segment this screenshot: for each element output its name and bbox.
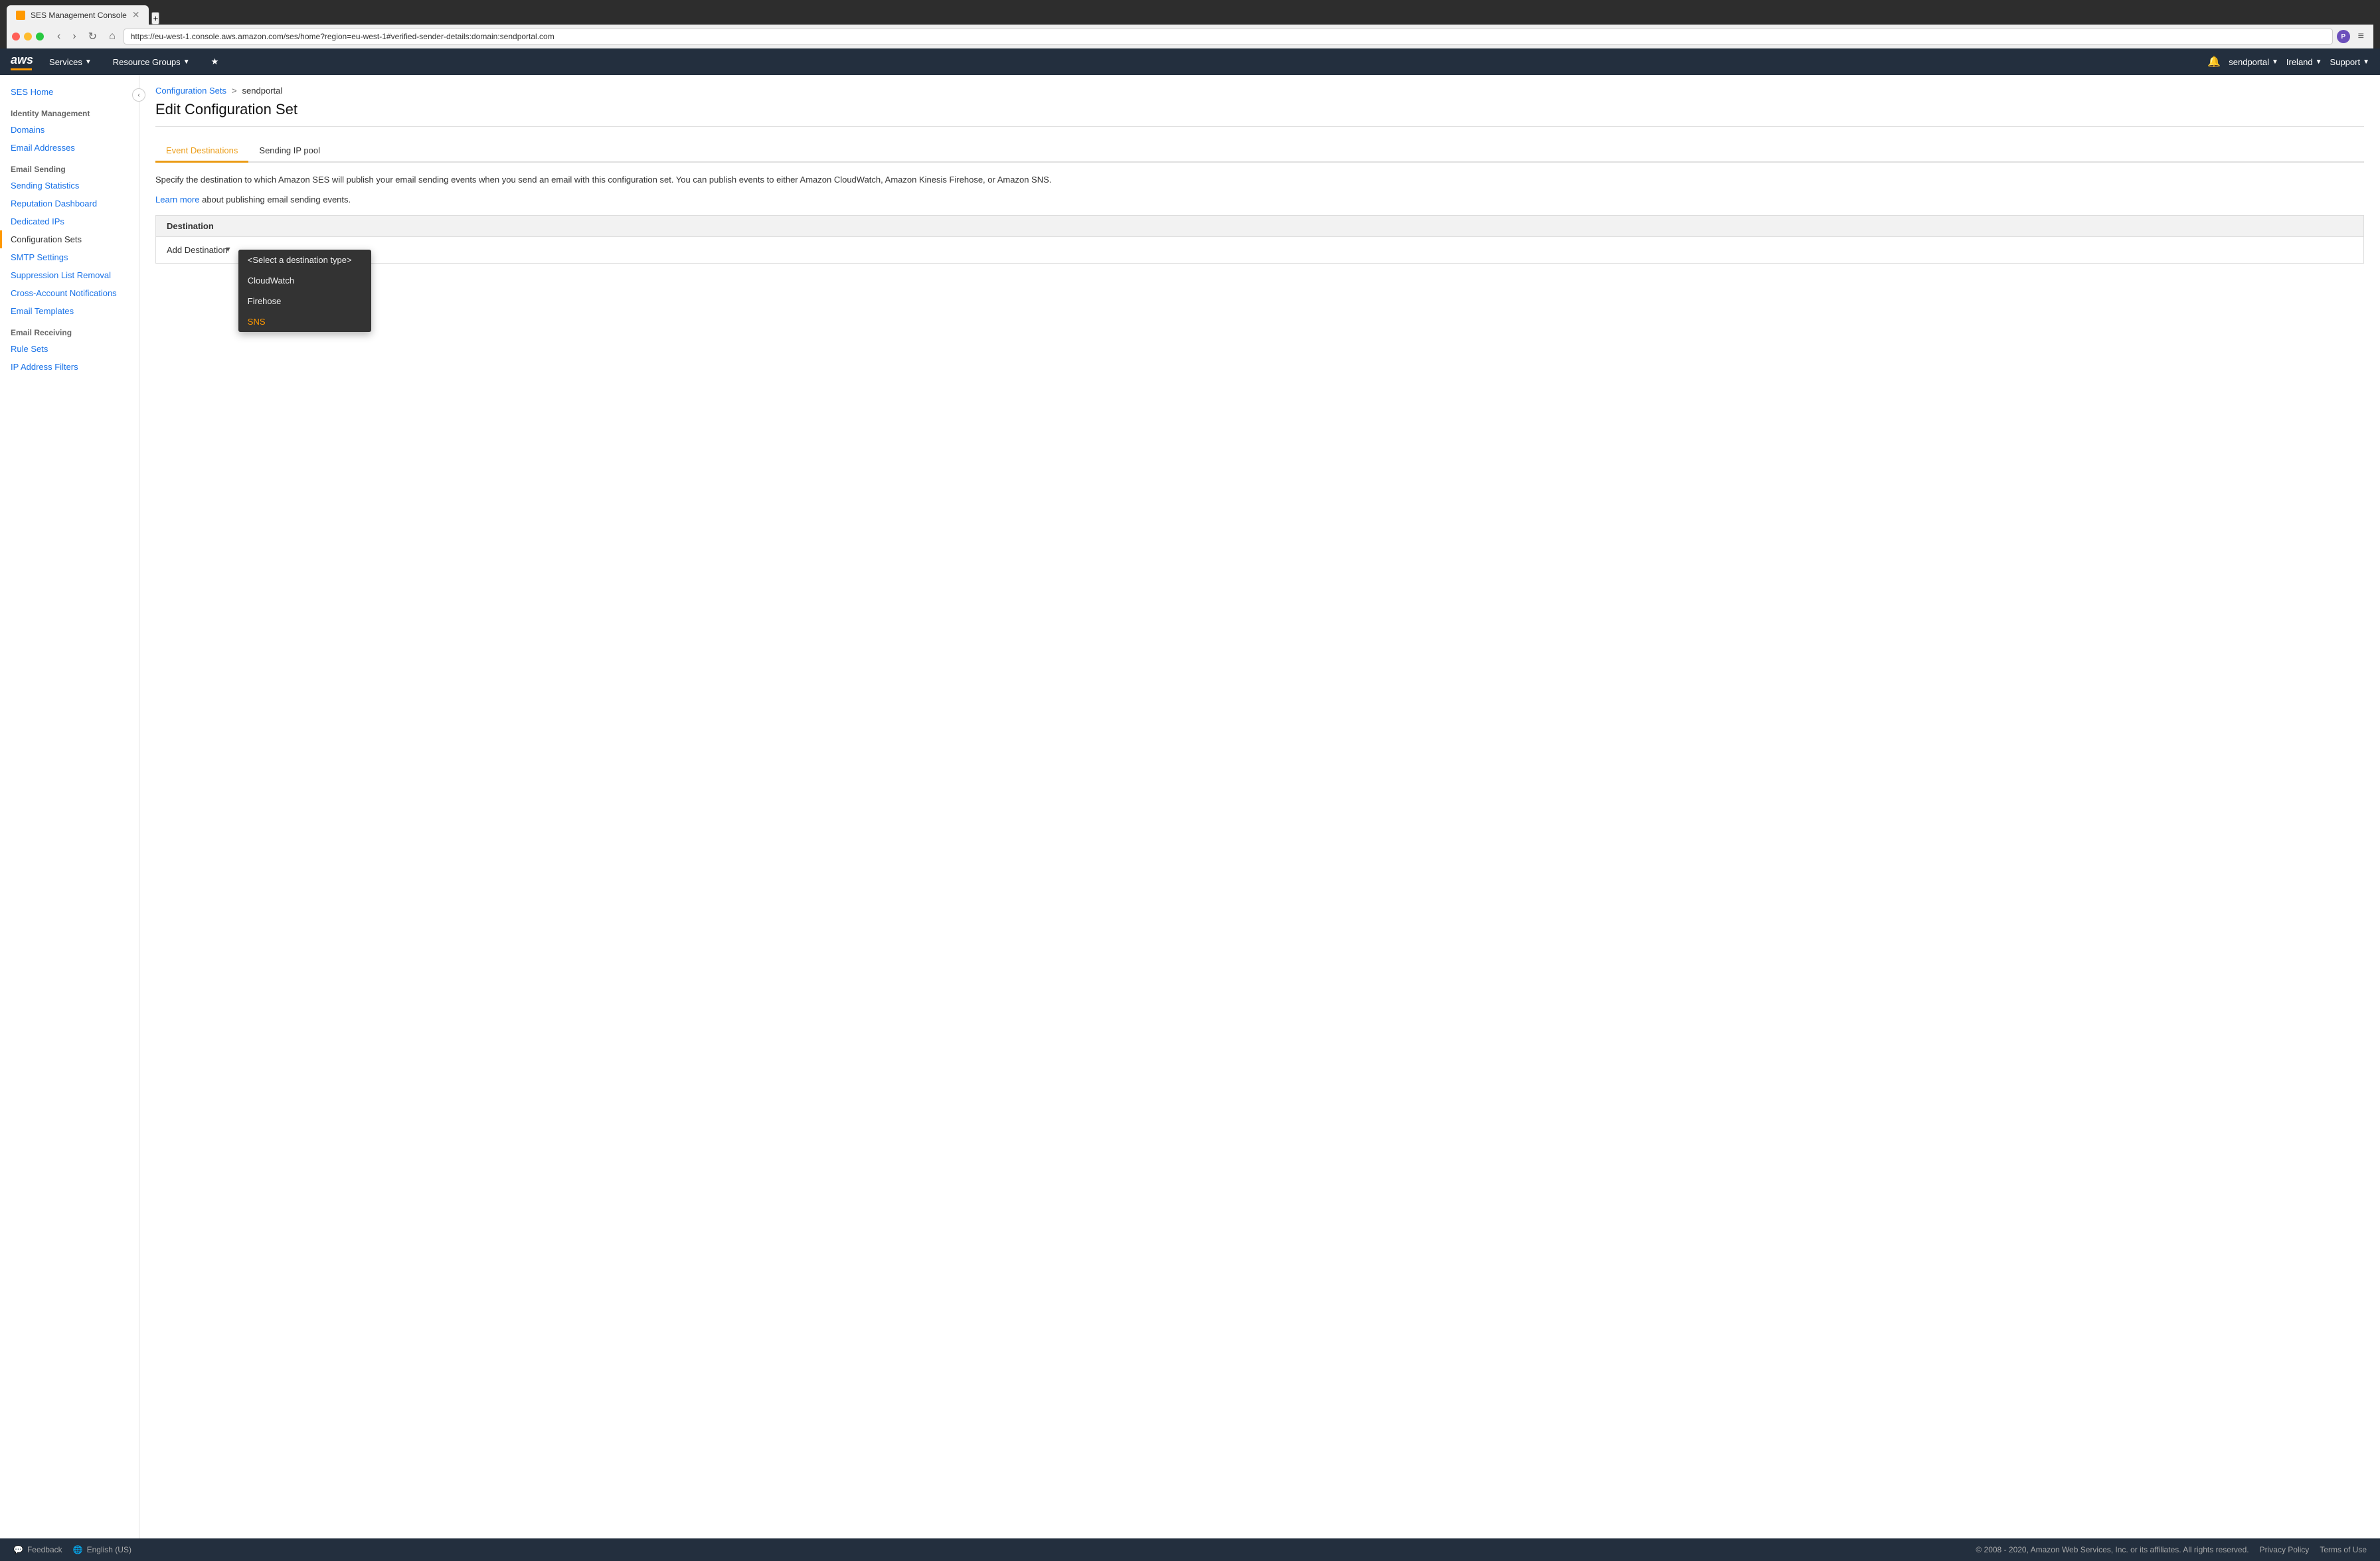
url-bar[interactable] (124, 29, 2333, 44)
tab-favicon (16, 11, 25, 20)
learn-more-row: Learn more about publishing email sendin… (155, 195, 2364, 205)
sidebar-item-ses-home[interactable]: SES Home (0, 83, 139, 101)
event-destinations-description: Specify the destination to which Amazon … (155, 173, 2364, 187)
nav-services[interactable]: Services ▼ (44, 54, 97, 70)
region-chevron-icon: ▼ (2316, 58, 2322, 66)
breadcrumb-config-sets-link[interactable]: Configuration Sets (155, 86, 226, 96)
aws-logo-underline (11, 68, 32, 70)
sidebar-item-domains[interactable]: Domains (0, 121, 139, 139)
refresh-button[interactable]: ↻ (84, 29, 101, 44)
header-right: 🔔 sendportal ▼ Ireland ▼ Support ▼ (2207, 55, 2369, 68)
sidebar-item-email-templates[interactable]: Email Templates (0, 302, 139, 320)
copyright-text: © 2008 - 2020, Amazon Web Services, Inc.… (1976, 1545, 2249, 1554)
sidebar-item-ip-address-filters[interactable]: IP Address Filters (0, 358, 139, 376)
sidebar-item-suppression-list[interactable]: Suppression List Removal (0, 266, 139, 284)
dropdown-option-cloudwatch[interactable]: CloudWatch (238, 270, 371, 291)
destination-dropdown-menu[interactable]: <Select a destination type> CloudWatch F… (238, 250, 371, 332)
destination-section-header: Destination (156, 216, 2363, 237)
back-button[interactable]: ‹ (53, 29, 64, 44)
footer-right: © 2008 - 2020, Amazon Web Services, Inc.… (1976, 1545, 2367, 1554)
add-destination-row: Add Destination <Select a destination ty… (156, 237, 2363, 263)
sidebar-section-email-receiving: Email Receiving (0, 320, 139, 340)
traffic-lights (12, 33, 44, 41)
sidebar-item-smtp-settings[interactable]: SMTP Settings (0, 248, 139, 266)
main-content: Configuration Sets > sendportal Edit Con… (139, 75, 2380, 1538)
active-tab[interactable]: SES Management Console ✕ (7, 5, 149, 25)
learn-more-link[interactable]: Learn more (155, 195, 199, 205)
sidebar-toggle-button[interactable]: ‹ (132, 88, 145, 102)
maximize-button[interactable] (36, 33, 44, 41)
sidebar-item-sending-statistics[interactable]: Sending Statistics (0, 177, 139, 195)
dropdown-option-sns[interactable]: SNS (238, 311, 371, 332)
browser-menu-button[interactable]: ≡ (2354, 29, 2368, 44)
services-chevron-icon: ▼ (85, 58, 92, 66)
forward-button[interactable]: › (68, 29, 80, 44)
main-layout: ‹ SES Home Identity Management Domains E… (0, 75, 2380, 1538)
aws-header: aws Services ▼ Resource Groups ▼ ★ 🔔 sen… (0, 48, 2380, 75)
sidebar-section-email-sending: Email Sending (0, 157, 139, 177)
privacy-policy-link[interactable]: Privacy Policy (2260, 1545, 2310, 1554)
terms-of-use-link[interactable]: Terms of Use (2320, 1545, 2367, 1554)
browser-controls: ‹ › ↻ ⌂ P ≡ (7, 25, 2373, 48)
aws-logo-container: aws (11, 53, 33, 70)
feedback-button[interactable]: 💬 Feedback (13, 1545, 62, 1554)
page-title: Edit Configuration Set (155, 101, 2364, 127)
language-selector[interactable]: 🌐 English (US) (73, 1545, 131, 1554)
tab-sending-ip-pool[interactable]: Sending IP pool (248, 140, 331, 163)
aws-logo: aws (11, 53, 33, 70)
sidebar-item-configuration-sets[interactable]: Configuration Sets (0, 230, 139, 248)
tab-close-button[interactable]: ✕ (132, 9, 140, 21)
browser-chrome: SES Management Console ✕ + ‹ › ↻ ⌂ P ≡ (0, 0, 2380, 48)
new-tab-button[interactable]: + (151, 12, 159, 25)
footer: 💬 Feedback 🌐 English (US) © 2008 - 2020,… (0, 1538, 2380, 1561)
close-button[interactable] (12, 33, 20, 41)
dropdown-option-placeholder[interactable]: <Select a destination type> (238, 250, 371, 270)
sidebar-item-email-addresses[interactable]: Email Addresses (0, 139, 139, 157)
sidebar-section-identity: Identity Management (0, 101, 139, 121)
sidebar-item-rule-sets[interactable]: Rule Sets (0, 340, 139, 358)
tab-bar: SES Management Console ✕ + (7, 5, 2373, 25)
region-dropdown[interactable]: Ireland ▼ (2286, 57, 2322, 67)
tab-event-destinations[interactable]: Event Destinations (155, 140, 248, 163)
add-destination-label: Add Destination (167, 245, 228, 255)
feedback-icon: 💬 (13, 1545, 23, 1554)
breadcrumb-current: sendportal (242, 86, 283, 96)
destination-section: Destination Add Destination <Select a de… (155, 215, 2364, 264)
globe-icon: 🌐 (73, 1545, 83, 1554)
sidebar-item-dedicated-ips[interactable]: Dedicated IPs (0, 212, 139, 230)
sidebar-item-cross-account[interactable]: Cross-Account Notifications (0, 284, 139, 302)
sidebar-item-reputation-dashboard[interactable]: Reputation Dashboard (0, 195, 139, 212)
tabs-bar: Event Destinations Sending IP pool (155, 140, 2364, 163)
account-chevron-icon: ▼ (2272, 58, 2278, 66)
breadcrumb-separator: > (232, 86, 237, 96)
breadcrumb: Configuration Sets > sendportal (155, 86, 2364, 96)
dropdown-option-firehose[interactable]: Firehose (238, 291, 371, 311)
minimize-button[interactable] (24, 33, 32, 41)
support-dropdown[interactable]: Support ▼ (2330, 57, 2369, 67)
aws-logo-text: aws (11, 53, 33, 67)
home-button[interactable]: ⌂ (105, 29, 120, 44)
extension-icon[interactable]: P (2337, 30, 2350, 43)
nav-bookmarks[interactable]: ★ (206, 54, 224, 70)
account-dropdown[interactable]: sendportal ▼ (2229, 57, 2278, 67)
resource-groups-chevron-icon: ▼ (183, 58, 190, 66)
sidebar: ‹ SES Home Identity Management Domains E… (0, 75, 139, 1538)
support-chevron-icon: ▼ (2363, 58, 2369, 66)
notifications-bell-icon[interactable]: 🔔 (2207, 55, 2221, 68)
tab-title: SES Management Console (31, 11, 127, 20)
nav-resource-groups[interactable]: Resource Groups ▼ (108, 54, 195, 70)
